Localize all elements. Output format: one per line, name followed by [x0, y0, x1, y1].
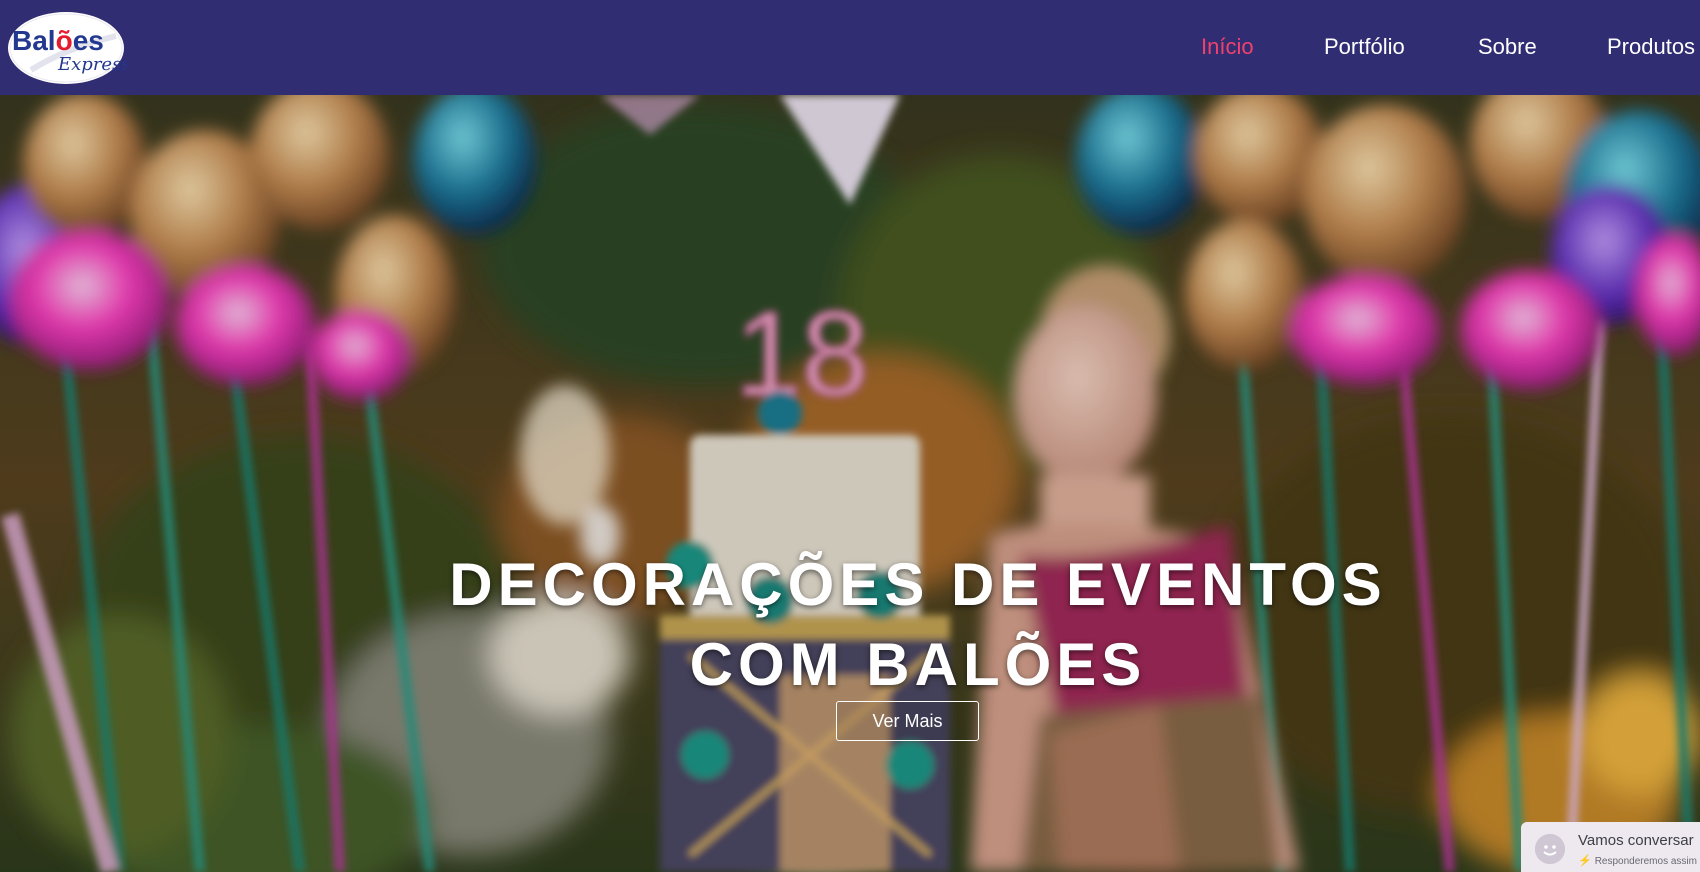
hero-title: DECORAÇÕES DE EVENTOS COM BALÕES — [0, 545, 1700, 705]
chat-subtitle: ⚡ Responderemos assim q — [1578, 854, 1700, 867]
hero-section: 18 DECORAÇÕES DE EVENTOS COM BALÕES Ver … — [0, 95, 1700, 872]
logo-text: Balões — [12, 25, 104, 56]
site-header: Balões Express Início Portfólio Sobre Pr… — [0, 0, 1700, 95]
hero-title-line-1: DECORAÇÕES DE EVENTOS — [449, 551, 1387, 619]
svg-text:Express: Express — [57, 54, 127, 75]
nav-item-produtos[interactable]: Produtos — [1607, 34, 1695, 60]
brand-logo[interactable]: Balões Express — [6, 8, 131, 86]
nav-item-portfolio[interactable]: Portfólio — [1324, 34, 1405, 60]
hero-title-line-2: COM BALÕES — [689, 631, 1147, 699]
hero-background-image: 18 — [0, 95, 1700, 872]
chat-widget[interactable]: Vamos conversar ⚡ Responderemos assim q — [1521, 822, 1700, 872]
nav-item-inicio[interactable]: Início — [1201, 34, 1254, 60]
lightning-icon: ⚡ — [1578, 855, 1592, 867]
ver-mais-button[interactable]: Ver Mais — [836, 701, 979, 741]
nav-item-sobre[interactable]: Sobre — [1478, 34, 1537, 60]
chat-avatar-icon — [1535, 834, 1565, 864]
chat-subtitle-text: Responderemos assim q — [1594, 856, 1700, 867]
page: Balões Express Início Portfólio Sobre Pr… — [0, 0, 1700, 872]
chat-title: Vamos conversar — [1578, 832, 1694, 849]
